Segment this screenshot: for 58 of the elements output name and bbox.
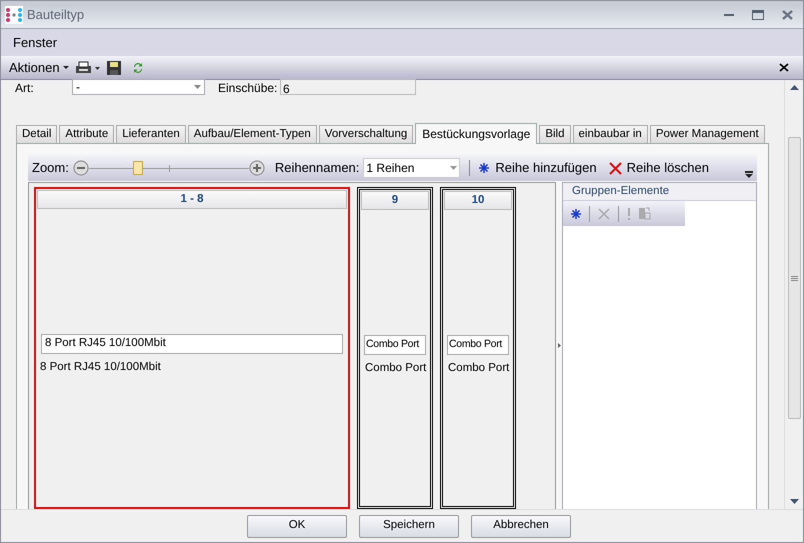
field-label: Einschübe: [218,80,278,95]
einschuebe-field[interactable]: 6 [280,79,416,95]
scroll-up-icon[interactable] [790,85,798,90]
maximize-icon[interactable] [752,10,764,20]
app-logo-icon [5,6,23,24]
slot-caption: Combo Port [448,361,508,376]
tab[interactable]: Vorverschaltung [318,125,414,143]
actions-menu[interactable]: Aktionen [9,58,69,78]
art-dropdown[interactable]: - [72,79,205,95]
caret-icon [194,85,201,89]
zoom-slider[interactable] [72,159,265,177]
slot-header: 1 - 8 [37,190,347,209]
slot-header: 9 [361,191,429,210]
tab[interactable]: Aufbau/Element-Typen [188,125,317,143]
slot-caption: 8 Port RJ45 10/100Mbit [40,360,162,375]
slot-field[interactable]: Combo Port [447,335,509,355]
tab[interactable]: Detail [16,125,58,143]
zoom-in-icon[interactable] [248,160,265,176]
menu-item[interactable]: Fenster [13,32,58,52]
snowflake-icon [479,163,490,173]
dialog-button[interactable]: OK [247,514,347,538]
tab[interactable]: einbaubar in [572,125,648,143]
rows-label: Reihennamen: [274,159,360,178]
field-label: Art: [15,80,35,95]
caret-icon [450,166,458,170]
add-row-button[interactable]: Reihe hinzufügen [479,158,597,178]
tab[interactable]: Power Management [650,125,765,143]
slot-card[interactable]: 9 Combo Port Combo Port [357,187,433,509]
snowflake-icon[interactable] [571,208,581,218]
save-icon[interactable] [106,60,121,74]
printer-icon[interactable] [74,60,101,74]
panel-title: Gruppen-Elemente [563,183,756,201]
delete-row-button[interactable]: Reihe löschen [608,158,709,178]
dialog-button[interactable]: Speichern [359,514,459,538]
scroll-down-icon[interactable] [790,499,798,504]
zoom-out-icon[interactable] [72,160,89,176]
overflow-icon[interactable] [745,170,753,178]
close-icon[interactable] [779,63,789,72]
slot-card[interactable]: 10 Combo Port Combo Port [440,187,516,509]
window-title: Bauteiltyp [27,6,84,24]
refresh-icon[interactable] [132,60,143,74]
slider-thumb[interactable] [133,161,144,175]
minimize-icon[interactable] [724,12,734,16]
slot-caption: Combo Port [365,361,425,376]
slot-field[interactable]: 8 Port RJ45 10/100Mbit [41,334,343,354]
tab[interactable]: Lieferanten [116,125,186,143]
tab[interactable]: Bild [539,125,571,143]
slot-header: 10 [444,191,512,210]
tab[interactable]: Attribute [59,125,114,143]
caret-icon [62,66,69,69]
slot-card[interactable]: 1 - 8 8 Port RJ45 10/100Mbit 8 Port RJ45 10/100Mbit [34,187,350,509]
rows-dropdown[interactable]: 1 Reihen [363,158,460,178]
zoom-label: Zoom: [32,159,69,178]
slot-field[interactable]: Combo Port [364,335,426,355]
tab[interactable]: Bestückungsvorlage [415,123,538,144]
grip-icon [790,276,798,280]
delete-icon [608,162,622,174]
dialog-button[interactable]: Abbrechen [471,514,571,538]
